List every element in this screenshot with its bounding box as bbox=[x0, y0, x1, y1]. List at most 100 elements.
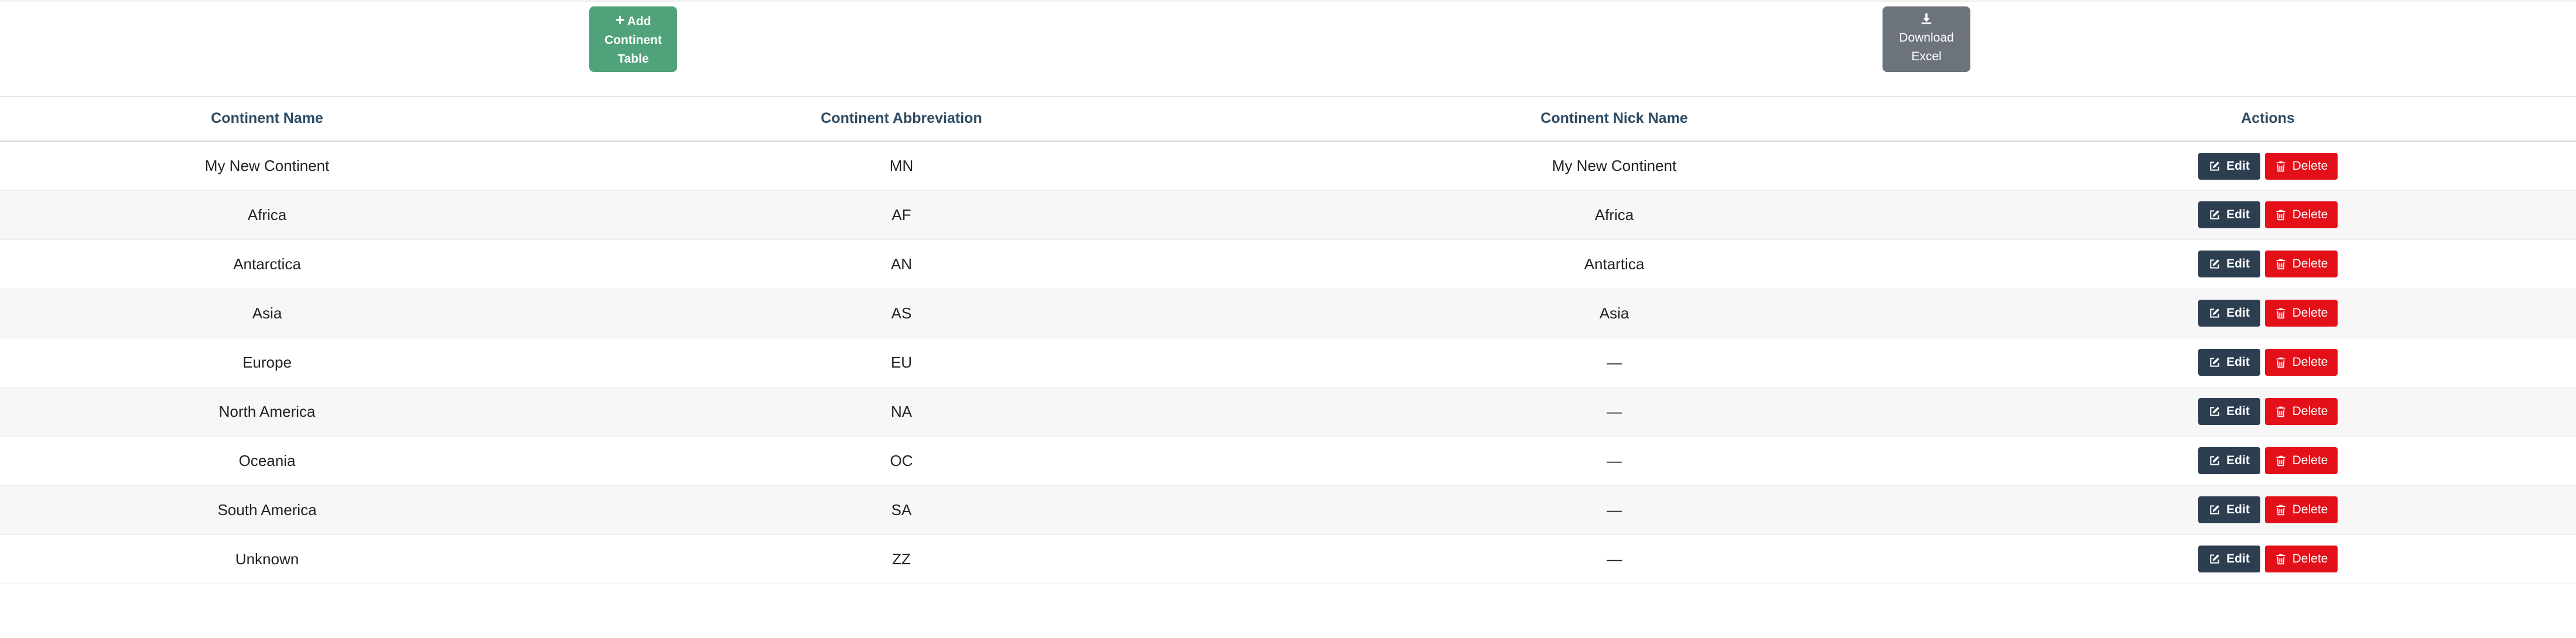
table-header-row: Continent Name Continent Abbreviation Co… bbox=[0, 97, 2576, 141]
cell-continent-abbreviation: OC bbox=[890, 451, 913, 469]
trash-icon bbox=[2275, 553, 2293, 565]
edit-button-label: Edit bbox=[2226, 257, 2250, 270]
download-icon bbox=[1920, 12, 1933, 29]
delete-button-label: Delete bbox=[2292, 404, 2328, 418]
top-rule bbox=[0, 0, 2576, 2]
edit-icon bbox=[2209, 258, 2226, 270]
trash-icon bbox=[2275, 455, 2293, 467]
cell-continent-nick-name: Asia bbox=[1599, 304, 1629, 322]
cell-continent-name: Oceania bbox=[238, 451, 296, 469]
delete-button-label: Delete bbox=[2292, 159, 2328, 173]
edit-button[interactable]: Edit bbox=[2198, 300, 2260, 327]
cell-continent-abbreviation: AF bbox=[891, 205, 911, 224]
table-row: Unknown ZZ — Edit Delete bbox=[0, 534, 2576, 584]
column-header-continent-nick-name: Continent Nick Name bbox=[1540, 110, 1688, 127]
cell-continent-nick-name: — bbox=[1607, 550, 1622, 568]
edit-icon bbox=[2209, 504, 2226, 516]
table-row: My New Continent MN My New Continent Edit De… bbox=[0, 141, 2576, 190]
edit-button-label: Edit bbox=[2226, 503, 2250, 516]
edit-button[interactable]: Edit bbox=[2198, 251, 2260, 277]
edit-button-label: Edit bbox=[2226, 208, 2250, 221]
cell-actions: Edit Delete bbox=[1960, 436, 2576, 485]
cell-continent-nick-name: — bbox=[1607, 500, 1622, 519]
cell-continent-name: My New Continent bbox=[204, 157, 330, 174]
cell-continent-nick-name: — bbox=[1607, 451, 1622, 469]
cell-actions: Edit Delete bbox=[1960, 289, 2576, 338]
edit-button[interactable]: Edit bbox=[2198, 447, 2260, 474]
edit-icon bbox=[2209, 209, 2226, 221]
cell-continent-name: Europe bbox=[242, 353, 292, 371]
edit-button-label: Edit bbox=[2226, 355, 2250, 369]
edit-button[interactable]: Edit bbox=[2198, 496, 2260, 523]
table-row: Antarctica AN Antartica Edit Delete bbox=[0, 239, 2576, 289]
delete-button[interactable]: Delete bbox=[2265, 496, 2338, 523]
cell-continent-nick-name: Antartica bbox=[1584, 255, 1645, 273]
cell-actions: Edit Delete bbox=[1960, 141, 2576, 190]
trash-icon bbox=[2275, 258, 2293, 270]
trash-icon bbox=[2275, 504, 2293, 516]
cell-actions: Edit Delete bbox=[1960, 190, 2576, 239]
download-excel-button[interactable]: Download Excel bbox=[1883, 6, 1970, 72]
table-body: My New Continent MN My New Continent Edit De… bbox=[0, 141, 2576, 584]
delete-button[interactable]: Delete bbox=[2265, 201, 2338, 228]
table-row: Asia AS Asia Edit Delete bbox=[0, 289, 2576, 338]
delete-button-label: Delete bbox=[2292, 454, 2328, 467]
delete-button[interactable]: Delete bbox=[2265, 152, 2338, 180]
cell-continent-nick-name: My New Continent bbox=[1552, 157, 1677, 174]
cell-continent-name: Antarctica bbox=[233, 255, 301, 273]
edit-button[interactable]: Edit bbox=[2198, 201, 2260, 228]
add-button-label-2: Continent bbox=[604, 33, 662, 47]
edit-button-label: Edit bbox=[2226, 454, 2250, 467]
edit-icon bbox=[2209, 307, 2226, 319]
cell-actions: Edit Delete bbox=[1960, 534, 2576, 584]
edit-icon bbox=[2209, 356, 2226, 368]
delete-button[interactable]: Delete bbox=[2265, 251, 2338, 277]
edit-button[interactable]: Edit bbox=[2198, 349, 2260, 376]
edit-icon bbox=[2209, 160, 2226, 172]
edit-button-label: Edit bbox=[2226, 306, 2250, 320]
add-button-label-3: Table bbox=[617, 52, 649, 66]
continent-table: Continent Name Continent Abbreviation Co… bbox=[0, 96, 2576, 584]
cell-continent-abbreviation: SA bbox=[891, 500, 912, 519]
edit-button[interactable]: Edit bbox=[2198, 398, 2260, 425]
cell-continent-abbreviation: ZZ bbox=[892, 550, 911, 568]
column-header-continent-name: Continent Name bbox=[211, 110, 323, 127]
plus-icon: + bbox=[615, 10, 625, 29]
delete-button-label: Delete bbox=[2292, 257, 2328, 270]
delete-button-label: Delete bbox=[2292, 355, 2328, 369]
table-row: South America SA — Edit Delete bbox=[0, 485, 2576, 534]
cell-continent-abbreviation: NA bbox=[890, 402, 913, 420]
delete-button[interactable]: Delete bbox=[2265, 349, 2338, 376]
cell-actions: Edit Delete bbox=[1960, 485, 2576, 534]
delete-button-label: Delete bbox=[2292, 503, 2328, 516]
add-continent-table-button[interactable]: + Add Continent Table bbox=[589, 6, 677, 72]
delete-button-label: Delete bbox=[2292, 208, 2328, 221]
cell-continent-nick-name: — bbox=[1607, 402, 1622, 420]
delete-button[interactable]: Delete bbox=[2265, 300, 2338, 327]
delete-button[interactable]: Delete bbox=[2265, 447, 2338, 474]
edit-button[interactable]: Edit bbox=[2198, 546, 2260, 572]
cell-continent-name: North America bbox=[218, 402, 316, 420]
continent-table-page: + Add Continent Table Download Excel Cont… bbox=[0, 0, 2576, 638]
trash-icon bbox=[2275, 356, 2293, 368]
edit-button-label: Edit bbox=[2226, 159, 2250, 173]
edit-button-label: Edit bbox=[2226, 404, 2250, 418]
table-row: Africa AF Africa Edit Delete bbox=[0, 190, 2576, 239]
edit-button[interactable]: Edit bbox=[2198, 152, 2260, 180]
table-row: Oceania OC — Edit Delete bbox=[0, 436, 2576, 485]
column-header-continent-abbreviation: Continent Abbreviation bbox=[821, 110, 982, 127]
cell-continent-name: Africa bbox=[247, 205, 287, 224]
cell-continent-abbreviation: EU bbox=[890, 353, 913, 371]
download-button-label-1: Download bbox=[1899, 31, 1954, 44]
trash-icon bbox=[2275, 307, 2293, 319]
add-button-label-1: Add bbox=[627, 14, 651, 28]
cell-continent-name: Asia bbox=[252, 304, 282, 322]
edit-button-label: Edit bbox=[2226, 552, 2250, 565]
cell-continent-abbreviation: MN bbox=[889, 157, 914, 174]
cell-continent-name: Unknown bbox=[235, 550, 299, 568]
table-row: Europe EU — Edit Delete bbox=[0, 338, 2576, 387]
table-row: North America NA — Edit Delete bbox=[0, 387, 2576, 436]
delete-button[interactable]: Delete bbox=[2265, 398, 2338, 425]
delete-button[interactable]: Delete bbox=[2265, 546, 2338, 572]
edit-icon bbox=[2209, 455, 2226, 467]
